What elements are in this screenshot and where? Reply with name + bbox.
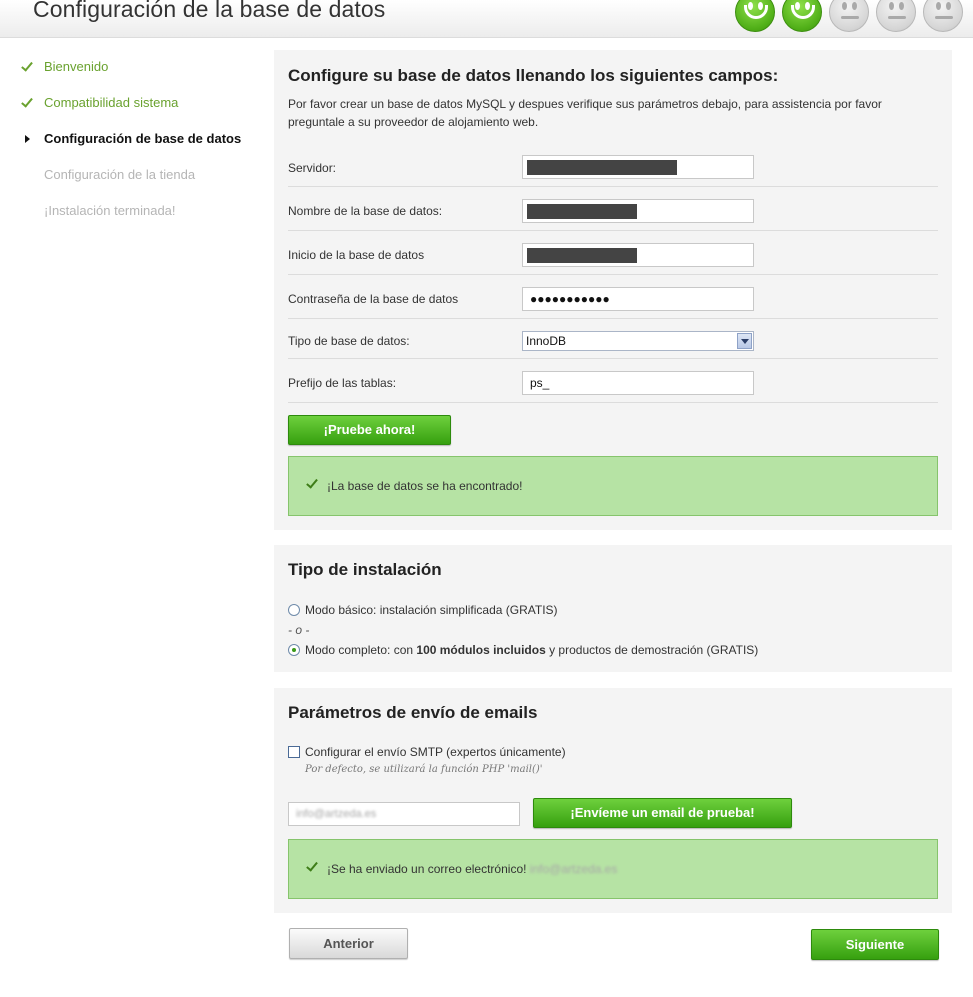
step-label: Configuración de la tienda [44,167,196,182]
db-type-row: Tipo de base de datos: InnoDB [288,319,938,359]
install-basic-option[interactable]: Modo básico: instalación simplificada (G… [288,603,558,617]
table-prefix-row: Prefijo de las tablas: ps_ [288,359,938,403]
db-login-input[interactable] [522,243,754,267]
test-connection-button[interactable]: ¡Pruebe ahora! [288,415,451,445]
check-icon [21,94,38,112]
db-name-row: Nombre de la base de datos: [288,187,938,231]
sidebar-step-compatibility: Compatibilidad sistema [21,94,252,112]
db-name-label: Nombre de la base de datos: [288,204,443,218]
db-name-input[interactable] [522,199,754,223]
basic-label: Modo básico: instalación simplificada (G… [305,603,558,617]
page-title: Configuración de la base de datos [33,0,386,22]
email-success-message: ¡Se ha enviado un correo electrónico! in… [327,862,617,876]
smtp-checkbox[interactable] [288,746,300,758]
db-password-label: Contraseña de la base de datos [288,292,459,306]
section-description: Por favor crear un base de datos MySQL y… [288,97,882,129]
smtp-option[interactable]: Configurar el envío SMTP (expertos única… [288,745,566,759]
sidebar-step-finished: ¡Instalación terminada! [22,202,252,220]
table-prefix-input[interactable]: ps_ [522,371,754,395]
step-label: Bienvenido [44,59,109,74]
db-type-select[interactable]: InnoDB [522,331,754,351]
db-password-row: Contraseña de la base de datos ●●●●●●●●●… [288,275,938,319]
db-login-label: Inicio de la base de datos [288,248,425,262]
arrow-right-icon [22,130,38,148]
db-type-value: InnoDB [526,334,567,348]
smtp-label: Configurar el envío SMTP (expertos única… [305,745,566,759]
server-input[interactable] [522,155,754,179]
test-email-value: info@artzeda.es [296,808,377,820]
smiley-happy-icon [782,0,822,32]
db-password-input[interactable]: ●●●●●●●●●●● [522,287,754,311]
email-success-alert: ¡Se ha enviado un correo electrónico! in… [288,839,938,899]
smiley-neutral-icon [829,0,869,32]
smiley-neutral-icon [876,0,916,32]
install-type-panel: Tipo de instalación Modo básico: instala… [274,545,952,672]
radio-full[interactable] [288,644,300,656]
sidebar-step-welcome: Bienvenido [21,58,252,76]
server-row: Servidor: [288,150,938,187]
sent-text: ¡Se ha enviado un correo electrónico! [327,862,527,876]
sidebar-step-shop-config: Configuración de la tienda [22,166,252,184]
next-button[interactable]: Siguiente [811,929,939,960]
sent-email: info@artzeda.es [529,862,618,876]
db-type-label: Tipo de base de datos: [288,334,410,348]
db-success-message: ¡La base de datos se ha encontrado! [327,479,523,493]
smiley-happy-icon [735,0,775,32]
radio-basic[interactable] [288,604,300,616]
steps-sidebar: Bienvenido Compatibilidad sistema Config… [21,58,252,238]
previous-button[interactable]: Anterior [289,928,408,959]
full-label-suffix: y productos de demostración (GRATIS) [545,643,759,657]
check-icon [306,476,318,489]
db-login-row: Inicio de la base de datos [288,231,938,275]
check-icon [21,58,38,76]
full-label-bold: 100 módulos incluidos [416,643,546,657]
step-label: Compatibilidad sistema [44,95,179,110]
page-header: Configuración de la base de datos [0,0,973,38]
db-success-alert: ¡La base de datos se ha encontrado! [288,456,938,516]
full-label-prefix: Modo completo: con [305,643,417,657]
database-config-panel: Configure su base de datos llenando los … [274,50,952,530]
check-icon [306,859,318,872]
table-prefix-label: Prefijo de las tablas: [288,376,397,390]
or-separator: - o - [288,623,310,637]
chevron-down-icon[interactable] [737,333,752,349]
install-full-option[interactable]: Modo completo: con 100 módulos incluidos… [288,643,758,657]
smiley-neutral-icon [923,0,963,32]
smtp-hint: Por defecto, se utilizará la función PHP… [305,764,543,775]
step-label: Configuración de base de datos [44,131,242,146]
server-label: Servidor: [288,161,337,175]
test-email-input[interactable]: info@artzeda.es [288,802,520,826]
step-label: ¡Instalación terminada! [44,203,176,218]
email-settings-panel: Parámetros de envío de emails Configurar… [274,688,952,913]
section-title: Configure su base de datos llenando los … [288,66,779,85]
section-title: Tipo de instalación [288,560,442,579]
send-test-email-button[interactable]: ¡Envíeme un email de prueba! [533,798,792,828]
section-title: Parámetros de envío de emails [288,703,538,722]
sidebar-step-database: Configuración de base de datos [22,130,252,148]
